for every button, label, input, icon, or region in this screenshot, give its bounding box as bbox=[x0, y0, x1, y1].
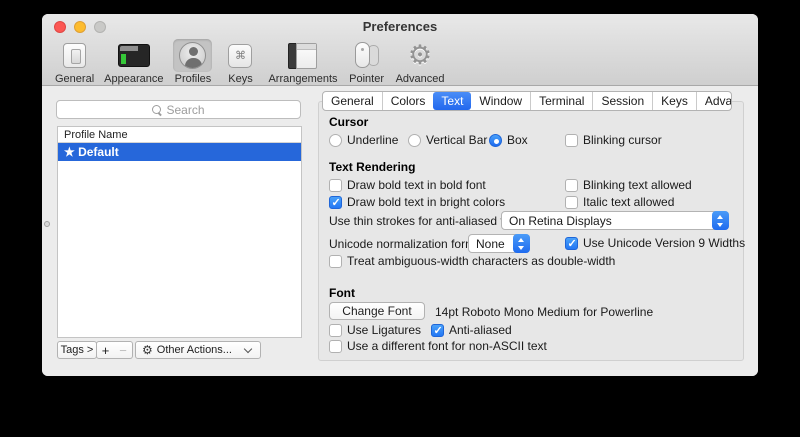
checkbox-box[interactable] bbox=[431, 324, 444, 337]
checkbox-bold-in-bold-font[interactable]: Draw bold text in bold font bbox=[329, 178, 486, 192]
radio-vertical-bar[interactable]: Vertical Bar bbox=[408, 133, 487, 147]
stepper-icon bbox=[712, 211, 729, 230]
checkbox-blinking-text-allowed[interactable]: Blinking text allowed bbox=[565, 178, 692, 192]
titlebar[interactable]: Preferences bbox=[42, 14, 758, 38]
toolbar: General Appearance Profiles ⌘ bbox=[50, 38, 450, 86]
toolbar-item-keys[interactable]: ⌘ Keys bbox=[217, 38, 263, 86]
checkbox-italic-text-allowed[interactable]: Italic text allowed bbox=[565, 195, 674, 209]
tab-general[interactable]: General bbox=[323, 92, 382, 110]
chevron-down-icon bbox=[244, 345, 252, 353]
profile-row-default[interactable]: ★ Default bbox=[58, 143, 301, 161]
thin-strokes-select[interactable]: On Retina Displays bbox=[501, 211, 729, 230]
add-profile-button[interactable]: + bbox=[96, 341, 115, 359]
checkbox-use-ligatures[interactable]: Use Ligatures bbox=[329, 323, 421, 337]
checkbox-box[interactable] bbox=[329, 179, 342, 192]
tab-text[interactable]: Text bbox=[433, 92, 471, 110]
profiles-person-icon bbox=[179, 42, 206, 69]
radio-circle[interactable] bbox=[408, 134, 421, 147]
tags-button[interactable]: Tags > bbox=[57, 341, 97, 359]
gear-icon: ⚙ bbox=[142, 344, 153, 356]
tab-keys[interactable]: Keys bbox=[652, 92, 696, 110]
unicode-normalization-label: Unicode normalization form: bbox=[329, 237, 478, 251]
checkbox-unicode9-widths[interactable]: Use Unicode Version 9 Widths bbox=[565, 236, 745, 250]
toolbar-item-general[interactable]: General bbox=[50, 38, 99, 86]
checkbox-box[interactable] bbox=[565, 237, 578, 250]
current-font-label: 14pt Roboto Mono Medium for Powerline bbox=[435, 305, 653, 319]
radio-box[interactable]: Box bbox=[489, 133, 528, 147]
screen-background: Preferences General Appearance bbox=[0, 0, 800, 437]
arrangements-windows-icon bbox=[288, 43, 318, 69]
cursor-heading: Cursor bbox=[329, 115, 368, 129]
toolbar-item-profiles[interactable]: Profiles bbox=[168, 38, 217, 86]
radio-underline[interactable]: Underline bbox=[329, 133, 398, 147]
text-rendering-heading: Text Rendering bbox=[329, 160, 415, 174]
profile-tabs: General Colors Text Window Terminal Sess… bbox=[322, 91, 732, 111]
change-font-button[interactable]: Change Font bbox=[329, 302, 425, 320]
checkbox-ambiguous-width[interactable]: Treat ambiguous-width characters as doub… bbox=[329, 254, 615, 268]
radio-circle[interactable] bbox=[329, 134, 342, 147]
font-heading: Font bbox=[329, 286, 355, 300]
general-switch-icon bbox=[63, 43, 86, 68]
thin-strokes-label: Use thin strokes for anti-aliased text bbox=[329, 214, 520, 228]
tab-session[interactable]: Session bbox=[592, 92, 652, 110]
search-placeholder: Search bbox=[166, 103, 204, 117]
toolbar-item-pointer[interactable]: Pointer bbox=[343, 38, 391, 86]
toolbar-item-advanced[interactable]: ⚙ Advanced bbox=[391, 38, 450, 86]
other-actions-dropdown[interactable]: ⚙ Other Actions... bbox=[135, 341, 261, 359]
profile-name: ★ Default bbox=[64, 145, 119, 159]
checkbox-box[interactable] bbox=[565, 196, 578, 209]
appearance-window-icon bbox=[118, 44, 150, 67]
search-input[interactable]: Search bbox=[56, 100, 301, 119]
tab-colors[interactable]: Colors bbox=[382, 92, 434, 110]
tab-advanced[interactable]: Advanced bbox=[696, 92, 732, 110]
keys-command-icon: ⌘ bbox=[228, 44, 252, 68]
checkbox-box[interactable] bbox=[329, 324, 342, 337]
toolbar-item-appearance[interactable]: Appearance bbox=[99, 38, 168, 86]
preferences-window: Preferences General Appearance bbox=[42, 14, 758, 376]
checkbox-box[interactable] bbox=[329, 255, 342, 268]
checkbox-box[interactable] bbox=[329, 340, 342, 353]
window-resize-handle[interactable] bbox=[44, 221, 50, 227]
pointer-mouse-icon bbox=[354, 42, 380, 69]
checkbox-bold-bright-colors[interactable]: Draw bold text in bright colors bbox=[329, 195, 505, 209]
radio-circle[interactable] bbox=[489, 134, 502, 147]
tab-window[interactable]: Window bbox=[471, 92, 530, 110]
profile-list-header[interactable]: Profile Name bbox=[58, 127, 301, 143]
profile-list[interactable]: Profile Name ★ Default bbox=[57, 126, 302, 338]
advanced-gear-icon: ⚙ bbox=[408, 42, 432, 69]
text-settings-panel: Cursor Underline Vertical Bar Box Blinki… bbox=[318, 101, 744, 361]
checkbox-non-ascii-font[interactable]: Use a different font for non-ASCII text bbox=[329, 339, 547, 353]
toolbar-item-arrangements[interactable]: Arrangements bbox=[263, 38, 342, 86]
checkbox-blinking-cursor[interactable]: Blinking cursor bbox=[565, 133, 662, 147]
search-icon bbox=[152, 105, 162, 115]
stepper-icon bbox=[513, 234, 530, 253]
window-body: Search Profile Name ★ Default Tags > + −… bbox=[42, 86, 758, 376]
tab-terminal[interactable]: Terminal bbox=[530, 92, 592, 110]
checkbox-antialiased[interactable]: Anti-aliased bbox=[431, 323, 512, 337]
checkbox-box[interactable] bbox=[329, 196, 342, 209]
checkbox-box[interactable] bbox=[565, 134, 578, 147]
window-title: Preferences bbox=[42, 19, 758, 34]
remove-profile-button[interactable]: − bbox=[114, 341, 133, 359]
window-chrome: Preferences General Appearance bbox=[42, 14, 758, 86]
unicode-normalization-select[interactable]: None bbox=[468, 234, 530, 253]
checkbox-box[interactable] bbox=[565, 179, 578, 192]
